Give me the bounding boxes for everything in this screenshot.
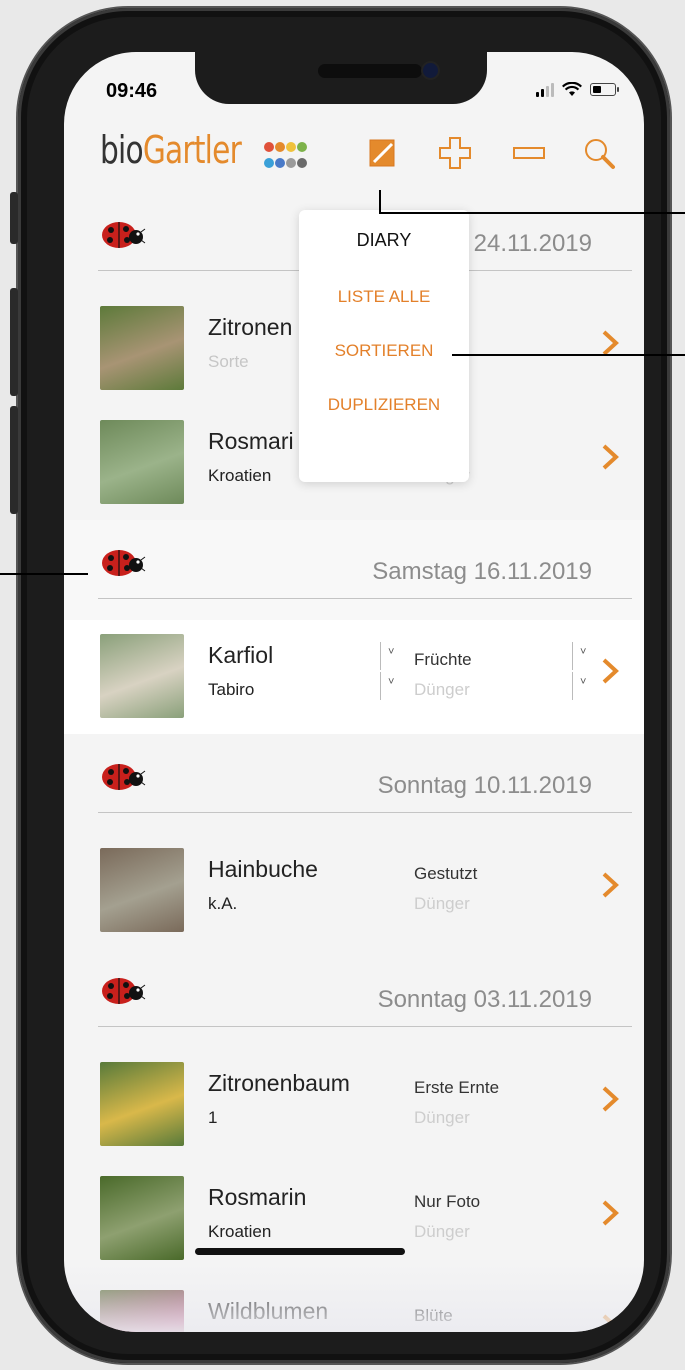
volume-down-button — [10, 406, 18, 514]
biogartler-logo[interactable]: bioGartler — [100, 128, 242, 172]
chevron-right-icon[interactable] — [598, 1198, 622, 1228]
section-divider — [98, 812, 632, 813]
plant-name: Zitronenbaum — [208, 1070, 350, 1096]
ladybug-icon — [98, 218, 146, 252]
plant-photo — [100, 1062, 184, 1146]
plant-variety: Tabiro — [208, 680, 255, 699]
plant-photo — [100, 848, 184, 932]
plant-name: Zitronen — [208, 314, 293, 340]
activity-value: Gestutzt — [414, 864, 478, 883]
notch — [195, 52, 487, 104]
plant-name: Rosmarin — [208, 1184, 307, 1210]
status-time: 09:46 — [106, 80, 158, 102]
diary-entry-row[interactable]: Zitronenbaum 1 Erste Ernte Dünger — [64, 1048, 644, 1162]
chevron-right-icon[interactable] — [598, 870, 622, 900]
plant-variety: Kroatien — [208, 1222, 272, 1241]
menu-item-list-all[interactable]: LISTE ALLE — [299, 287, 469, 307]
search-icon[interactable] — [582, 136, 616, 170]
chevron-right-icon[interactable] — [598, 328, 622, 358]
activity-value: Nur Foto — [414, 1192, 481, 1211]
diary-entry-row[interactable]: Hainbuche k.A. Gestutzt Dünger — [64, 834, 644, 948]
edit-note-icon[interactable] — [366, 136, 400, 170]
fertilizer-value: Dünger — [414, 894, 470, 913]
chevron-down-icon[interactable]: ˅ — [388, 676, 394, 688]
home-indicator[interactable] — [195, 1248, 405, 1255]
logo-prefix: bio — [100, 128, 144, 172]
plant-photo — [100, 306, 184, 390]
selector-divider — [380, 642, 381, 670]
fertilizer-value[interactable]: Dünger — [414, 680, 470, 700]
category-dot — [297, 157, 307, 168]
mute-switch — [10, 192, 18, 244]
plus-icon[interactable] — [438, 136, 472, 170]
section-divider — [98, 598, 632, 599]
status-indicators — [536, 82, 619, 97]
category-dot — [275, 142, 285, 152]
section-divider — [98, 1026, 632, 1027]
category-dot — [286, 157, 296, 168]
section-header: Sonntag 10.11.2019 — [64, 734, 644, 834]
section-date: Sonntag 10.11.2019 — [377, 772, 592, 799]
cellular-signal-icon — [536, 82, 554, 97]
activity-value: Erste Ernte — [414, 1078, 500, 1097]
section-date: Sonntag 03.11.2019 — [377, 986, 592, 1013]
chevron-down-icon[interactable]: ˅ — [580, 646, 586, 658]
plant-name: Hainbuche — [208, 856, 318, 882]
volume-up-button — [10, 288, 18, 396]
logo-suffix: Gartler — [142, 128, 242, 172]
plant-name: Rosmari — [208, 428, 294, 454]
plant-photo — [100, 634, 184, 718]
section-header: Sonntag 03.11.2019 — [64, 948, 644, 1048]
menu-item-duplicate[interactable]: DUPLIZIEREN — [299, 395, 469, 415]
minus-icon[interactable] — [512, 136, 546, 170]
ladybug-icon — [98, 760, 146, 794]
categories-icon[interactable] — [264, 142, 308, 170]
app-screen: 09:46 bioGartler DIARY LISTE ALLE SORTIE… — [64, 52, 644, 1332]
section-header: Samstag 16.11.2019 — [64, 520, 644, 620]
ladybug-icon — [98, 546, 146, 580]
chevron-down-icon[interactable]: ˅ — [580, 676, 586, 688]
menu-title: DIARY — [356, 230, 412, 250]
activity-value[interactable]: Früchte — [414, 650, 472, 670]
chevron-right-icon[interactable] — [598, 656, 622, 686]
plant-photo — [100, 420, 184, 504]
front-camera — [423, 63, 438, 78]
fertilizer-value: Dünger — [414, 1108, 470, 1127]
diary-entry-row[interactable]: Karfiol Tabiro Früchte Dünger ˅ ˅ ˅ ˅ — [64, 620, 644, 734]
plant-name: Karfiol — [208, 642, 274, 668]
category-dot — [275, 157, 285, 168]
bottom-fade — [64, 1262, 644, 1332]
plant-variety: Sorte — [208, 352, 249, 371]
chevron-right-icon[interactable] — [598, 1084, 622, 1114]
selector-divider — [572, 642, 573, 670]
wifi-icon — [562, 82, 582, 96]
app-header: bioGartler — [64, 112, 644, 192]
battery-icon — [590, 83, 619, 96]
category-dot — [264, 157, 274, 168]
fertilizer-value: Dünger — [414, 1222, 470, 1241]
section-date: Samstag 16.11.2019 — [372, 558, 592, 585]
diary-dropdown-menu: DIARY LISTE ALLE SORTIEREN DUPLIZIEREN — [299, 210, 469, 482]
plant-variety: k.A. — [208, 894, 238, 913]
category-dot — [264, 142, 274, 152]
selector-divider — [380, 672, 381, 700]
category-dot — [297, 142, 307, 152]
speaker-grille — [318, 64, 422, 78]
category-dot — [286, 142, 296, 152]
plant-photo — [100, 1176, 184, 1260]
section-date: 24.11.2019 — [473, 230, 592, 257]
ladybug-icon — [98, 974, 146, 1008]
diary-entry-row[interactable]: Rosmarin Kroatien Nur Foto Dünger — [64, 1162, 644, 1276]
selector-divider — [572, 672, 573, 700]
plant-variety: Kroatien — [208, 466, 272, 485]
chevron-right-icon[interactable] — [598, 442, 622, 472]
plant-variety: 1 — [208, 1108, 218, 1127]
chevron-down-icon[interactable]: ˅ — [388, 646, 394, 658]
menu-item-sort[interactable]: SORTIEREN — [299, 341, 469, 361]
